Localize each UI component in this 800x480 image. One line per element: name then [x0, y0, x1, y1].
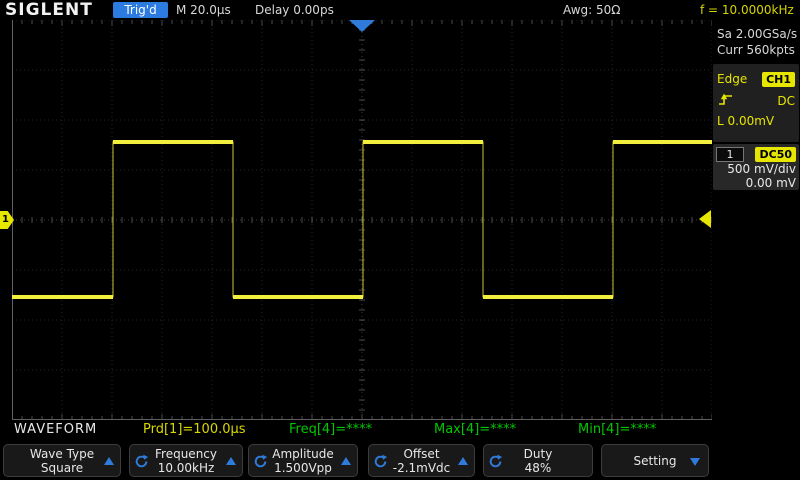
channel-coupling-badge: DC50	[755, 146, 796, 162]
measurement-row: WAVEFORM Prd[1]=100.0μs Freq[4]=**** Max…	[0, 422, 800, 440]
expand-up-icon	[104, 457, 114, 465]
measurement-period: Prd[1]=100.0μs	[143, 422, 246, 437]
oscilloscope-screen: SIGLENT Trig'd M 20.0μs Delay 0.00ps Awg…	[0, 0, 800, 480]
offset-button[interactable]: Offset -2.1mVdc	[368, 444, 475, 477]
measurement-freq: Freq[4]=****	[289, 422, 373, 437]
trigger-level-marker[interactable]	[699, 210, 711, 228]
waveform-display-area	[12, 20, 712, 420]
trigger-info-panel[interactable]: Edge CH1 DC L 0.00mV	[713, 64, 799, 142]
rotate-knob-icon	[373, 454, 388, 469]
setting-button[interactable]: Setting	[601, 444, 709, 477]
expand-up-icon	[341, 457, 351, 465]
expand-up-icon	[458, 457, 468, 465]
trigger-coupling-label: DC	[777, 94, 795, 108]
softkey-menu-bar: Wave Type Square Frequency 10.00kHz Ampl…	[0, 442, 800, 480]
trigger-delay-readout: Delay 0.00ps	[255, 3, 334, 17]
header-bar: SIGLENT Trig'd M 20.0μs Delay 0.00ps Awg…	[0, 0, 800, 20]
trigger-source-badge: CH1	[762, 71, 795, 87]
rotate-knob-icon	[134, 454, 149, 469]
acquisition-info: Sa 2.00GSa/s Curr 560kpts	[712, 20, 800, 58]
trigger-position-marker[interactable]	[349, 20, 375, 32]
rising-edge-icon	[717, 91, 735, 111]
wave-type-button[interactable]: Wave Type Square	[3, 444, 121, 477]
duty-button[interactable]: Duty 48%	[483, 444, 593, 477]
frequency-counter-readout: f = 10.0000kHz	[700, 3, 794, 17]
trigger-level-readout: L 0.00mV	[717, 114, 775, 128]
expand-up-icon	[226, 457, 236, 465]
timebase-readout: M 20.0μs	[176, 3, 231, 17]
frequency-button[interactable]: Frequency 10.00kHz	[129, 444, 243, 477]
sample-rate-readout: Sa 2.00GSa/s	[717, 27, 798, 41]
channel1-info-panel[interactable]: 1 DC50 500 mV/div 0.00 mV	[713, 144, 799, 190]
memory-depth-readout: Curr 560kpts	[717, 43, 795, 57]
right-info-sidebar: Sa 2.00GSa/s Curr 560kpts Edge CH1 DC L …	[712, 20, 800, 420]
rotate-knob-icon	[488, 454, 503, 469]
trigger-status-badge: Trig'd	[113, 2, 168, 18]
channel-number-box: 1	[716, 146, 744, 162]
channel-offset-readout: 0.00 mV	[745, 176, 796, 190]
trigger-type-label: Edge	[717, 72, 748, 86]
expand-down-icon	[690, 458, 700, 466]
measurement-max: Max[4]=****	[434, 422, 517, 437]
graticule	[12, 20, 712, 420]
siglent-logo: SIGLENT	[5, 0, 93, 20]
rotate-knob-icon	[253, 454, 268, 469]
amplitude-button[interactable]: Amplitude 1.500Vpp	[248, 444, 358, 477]
waveform-mode-label: WAVEFORM	[14, 422, 98, 437]
awg-impedance-readout: Awg: 50Ω	[563, 3, 621, 17]
scope-graticule-and-trace	[12, 20, 712, 420]
channel-scale-readout: 500 mV/div	[727, 162, 796, 176]
measurement-min: Min[4]=****	[578, 422, 657, 437]
